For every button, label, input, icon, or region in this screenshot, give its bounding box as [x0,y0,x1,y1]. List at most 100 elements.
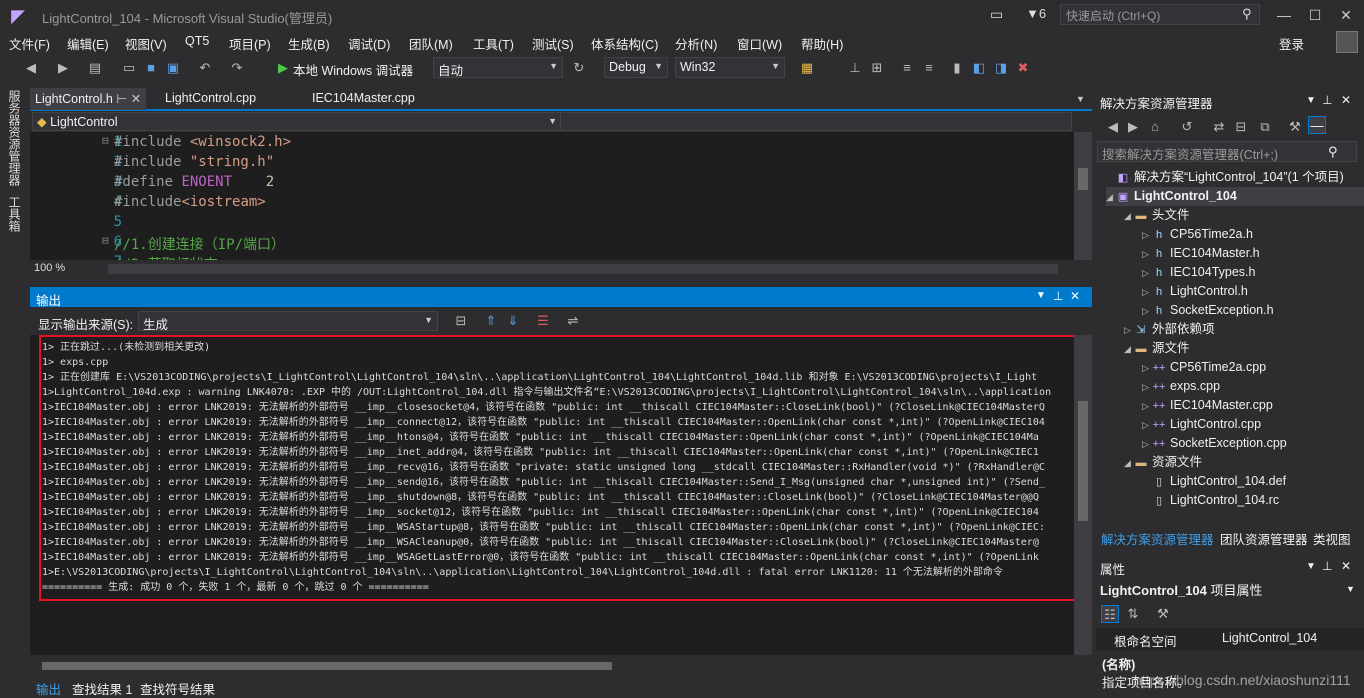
menu-debug[interactable]: 调试(D) [348,34,390,53]
platform-dropdown[interactable]: Win32 ▼ [675,57,785,78]
quick-launch-input[interactable]: 快速启动 (Ctrl+Q) [1060,4,1260,25]
menu-team[interactable]: 团队(M) [409,34,453,53]
tree-item[interactable]: ▷ h CP56Time2a.h [1142,225,1253,244]
tree-item[interactable]: ◢ ▣ LightControl_104 [1106,187,1364,206]
panel-menu-icon[interactable]: ▼ [1036,290,1046,301]
next-message-icon[interactable]: ⇓ [504,312,522,330]
collapse-icon[interactable]: ◢ [1124,207,1134,226]
scroll-thumb[interactable] [42,662,612,670]
uncomment-icon[interactable]: ≡ [920,59,938,77]
tree-item[interactable]: ◢ ▬ 头文件 [1124,206,1190,225]
clear-bookmarks-icon[interactable]: ✖ [1014,59,1032,77]
tab-iec104master-cpp[interactable]: IEC104Master.cpp [307,88,420,110]
tree-item[interactable]: ◢ ▬ 源文件 [1124,339,1190,358]
tree-item[interactable]: ▯ LightControl_104.def [1142,472,1286,491]
menu-project[interactable]: 项目(P) [229,34,271,53]
close-button[interactable]: ✕ [1332,4,1360,26]
tree-item[interactable]: ◧ 解决方案“LightControl_104”(1 个项目) [1106,168,1344,187]
prev-message-icon[interactable]: ⇑ [482,312,500,330]
forward-icon[interactable]: ▶ [54,59,72,77]
refresh-icon[interactable]: ↻ [570,59,588,77]
tab-team-explorer[interactable]: 团队资源管理器 [1220,529,1308,548]
menu-edit[interactable]: 编辑(E) [67,34,109,53]
property-pages-icon[interactable]: ⚒ [1154,605,1172,623]
properties-object-selector[interactable]: LightControl_104 项目属性 [1100,580,1263,599]
undo-icon[interactable]: ↶ [196,59,214,77]
menu-architecture[interactable]: 体系结构(C) [591,34,658,53]
back-icon[interactable]: ◀ [22,59,40,77]
back-icon[interactable]: ◀ [1104,118,1122,136]
preview-icon[interactable]: — [1308,116,1326,134]
chevron-down-icon[interactable]: ▼ [1346,584,1355,594]
search-icon[interactable]: ⚲ [1328,144,1338,160]
sign-in-link[interactable]: 登录 [1279,34,1304,53]
maximize-button[interactable]: ☐ [1301,4,1329,26]
solution-config-dropdown[interactable]: 自动 ▼ [433,57,563,78]
start-debug-icon[interactable]: ▶ [274,59,292,77]
pin-icon[interactable]: ⊥ [1053,289,1063,303]
tree-item[interactable]: ▷ h LightControl.h [1142,282,1248,301]
tab-class-view[interactable]: 类视图 [1313,529,1351,548]
editor-horizontal-scrollbar[interactable] [108,264,1058,274]
tree-item[interactable]: ◢ ▬ 资源文件 [1124,453,1202,472]
solution-search-input[interactable]: 搜索解决方案资源管理器(Ctrl+;) [1097,141,1357,162]
find-message-icon[interactable]: ⊟ [452,312,470,330]
expand-icon[interactable]: ▷ [1142,435,1152,454]
scope-dropdown[interactable]: ◆ LightControl ▼ [32,112,562,131]
tab-solution-explorer[interactable]: 解决方案资源管理器 [1101,529,1214,548]
expand-icon[interactable]: ▷ [1142,359,1152,378]
forward-icon[interactable]: ▶ [1124,118,1142,136]
zoom-level[interactable]: 100 % [34,262,65,274]
pin-icon[interactable]: ⊥ [1322,559,1332,573]
menu-build[interactable]: 生成(B) [288,34,330,53]
alphabetical-icon[interactable]: ⇅ [1124,605,1142,623]
panel-menu-icon[interactable]: ▼ [1306,95,1316,106]
notification-icon[interactable]: ▭ [990,6,1003,23]
menu-view[interactable]: 视图(V) [125,34,167,53]
close-panel-icon[interactable]: ✕ [1341,93,1351,107]
align-icon[interactable]: ⊞ [868,59,886,77]
pin-icon[interactable]: ⊥ [1322,93,1332,107]
tree-item[interactable]: ▷ ++ LightControl.cpp [1142,415,1261,434]
code-line[interactable]: 6 ⊟//1.创建连接（IP/端口） [30,234,1074,254]
tree-item[interactable]: ▷ ++ CP56Time2a.cpp [1142,358,1266,377]
collapse-all-icon[interactable]: ⊟ [1232,118,1250,136]
member-dropdown[interactable] [560,112,1072,131]
tree-item[interactable]: ▷ h IEC104Master.h [1142,244,1260,263]
tree-item[interactable]: ▷ ++ exps.cpp [1142,377,1220,396]
properties-icon[interactable]: ⚒ [1286,118,1304,136]
close-panel-icon[interactable]: ✕ [1341,559,1351,573]
close-tab-icon[interactable]: ✕ [131,92,141,106]
tab-lightcontrol-h[interactable]: LightControl.h ⊢ ✕ [30,88,147,110]
expand-icon[interactable]: ▷ [1142,378,1152,397]
menu-test[interactable]: 测试(S) [532,34,574,53]
minimize-button[interactable]: — [1270,4,1298,26]
menu-analyze[interactable]: 分析(N) [675,34,717,53]
close-panel-icon[interactable]: ✕ [1070,289,1080,303]
property-value[interactable]: LightControl_104 [1222,631,1317,645]
sync-icon[interactable]: ⇄ [1210,118,1228,136]
find-in-files-icon[interactable]: ▦ [798,59,816,77]
expand-icon[interactable]: ▷ [1142,264,1152,283]
code-line[interactable]: 4 #include<iostream> [30,194,1074,214]
feedback-filter-button[interactable]: ▼6 [1026,6,1046,21]
tree-item[interactable]: ▷ ⇲ 外部依赖项 [1124,320,1215,339]
expand-icon[interactable]: ▷ [1142,283,1152,302]
panel-menu-icon[interactable]: ▼ [1306,561,1316,572]
menu-help[interactable]: 帮助(H) [801,34,843,53]
collapse-icon[interactable]: ◢ [1124,454,1134,473]
avatar[interactable] [1336,31,1358,53]
tab-overflow-icon[interactable]: ▼ [1076,94,1085,104]
tab-output[interactable]: 输出 [36,679,61,698]
save-icon[interactable]: ■ [142,59,160,77]
tab-lightcontrol-cpp[interactable]: LightControl.cpp [160,88,261,110]
configuration-dropdown[interactable]: Debug ▼ [604,57,668,78]
prev-bookmark-icon[interactable]: ◧ [970,59,988,77]
tree-item[interactable]: ▷ ++ SocketException.cpp [1142,434,1287,453]
next-bookmark-icon[interactable]: ◨ [992,59,1010,77]
show-all-files-icon[interactable]: ⧉ [1256,118,1274,136]
tree-item[interactable]: ▷ h SocketException.h [1142,301,1274,320]
history-icon[interactable]: ↺ [1178,118,1196,136]
bookmark-icon[interactable]: ▮ [948,59,966,77]
pin-icon[interactable]: ⊢ [116,92,127,106]
